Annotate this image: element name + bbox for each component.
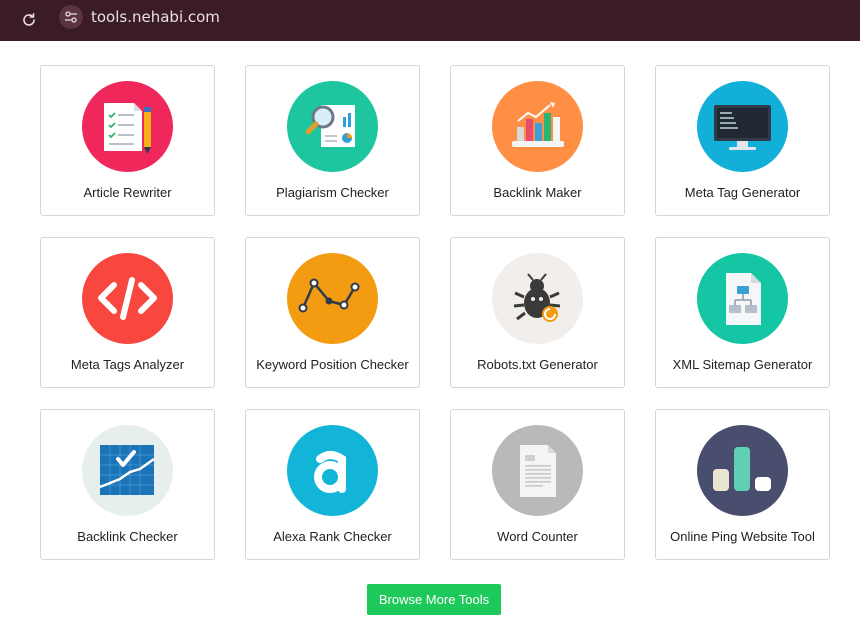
tool-card-keyword-position-checker[interactable]: Keyword Position Checker	[245, 237, 420, 388]
tool-card-robots-txt-generator[interactable]: Robots.txt Generator	[450, 237, 625, 388]
url-text: tools.nehabi.com	[91, 8, 220, 26]
tool-card-label: Robots.txt Generator	[477, 357, 598, 372]
tool-card-label: Backlink Maker	[493, 185, 582, 200]
tool-card-meta-tag-generator[interactable]: Meta Tag Generator	[655, 65, 830, 216]
tool-card-backlink-checker[interactable]: Backlink Checker	[40, 409, 215, 560]
browse-more-tools-button[interactable]: Browse More Tools	[367, 584, 501, 615]
article-rewriter-icon	[82, 81, 173, 172]
tool-card-label: Keyword Position Checker	[256, 357, 409, 372]
tool-card-label: Meta Tag Generator	[684, 185, 801, 200]
tool-card-label: Plagiarism Checker	[276, 185, 389, 200]
plagiarism-checker-icon	[287, 81, 378, 172]
backlink-checker-icon	[82, 425, 173, 516]
browser-toolbar: tools.nehabi.com	[0, 0, 860, 41]
tool-card-label: Word Counter	[497, 529, 578, 544]
tool-card-label: XML Sitemap Generator	[672, 357, 813, 372]
tool-card-label: Online Ping Website Tool	[670, 529, 815, 544]
alexa-rank-checker-icon	[287, 425, 378, 516]
keyword-position-checker-icon	[287, 253, 378, 344]
reload-icon[interactable]	[17, 8, 41, 32]
backlink-maker-icon	[492, 81, 583, 172]
xml-sitemap-generator-icon	[697, 253, 788, 344]
tool-card-backlink-maker[interactable]: Backlink Maker	[450, 65, 625, 216]
tool-card-plagiarism-checker[interactable]: Plagiarism Checker	[245, 65, 420, 216]
tool-card-article-rewriter[interactable]: Article Rewriter	[40, 65, 215, 216]
meta-tag-generator-icon	[697, 81, 788, 172]
site-settings-icon[interactable]	[59, 5, 83, 29]
tool-card-alexa-rank-checker[interactable]: Alexa Rank Checker	[245, 409, 420, 560]
tool-card-label: Backlink Checker	[77, 529, 178, 544]
word-counter-icon	[492, 425, 583, 516]
tool-card-xml-sitemap-generator[interactable]: XML Sitemap Generator	[655, 237, 830, 388]
meta-tags-analyzer-icon	[82, 253, 173, 344]
tool-card-label: Article Rewriter	[83, 185, 172, 200]
tool-card-meta-tags-analyzer[interactable]: Meta Tags Analyzer	[40, 237, 215, 388]
tools-grid: Article Rewriter Plagiarism Checker Back…	[40, 65, 830, 560]
tool-card-word-counter[interactable]: Word Counter	[450, 409, 625, 560]
tool-card-online-ping-website-tool[interactable]: Online Ping Website Tool	[655, 409, 830, 560]
tool-card-label: Alexa Rank Checker	[273, 529, 392, 544]
robots-txt-generator-icon	[492, 253, 583, 344]
online-ping-website-tool-icon	[697, 425, 788, 516]
tool-card-label: Meta Tags Analyzer	[70, 357, 185, 372]
address-bar[interactable]: tools.nehabi.com	[55, 2, 220, 32]
